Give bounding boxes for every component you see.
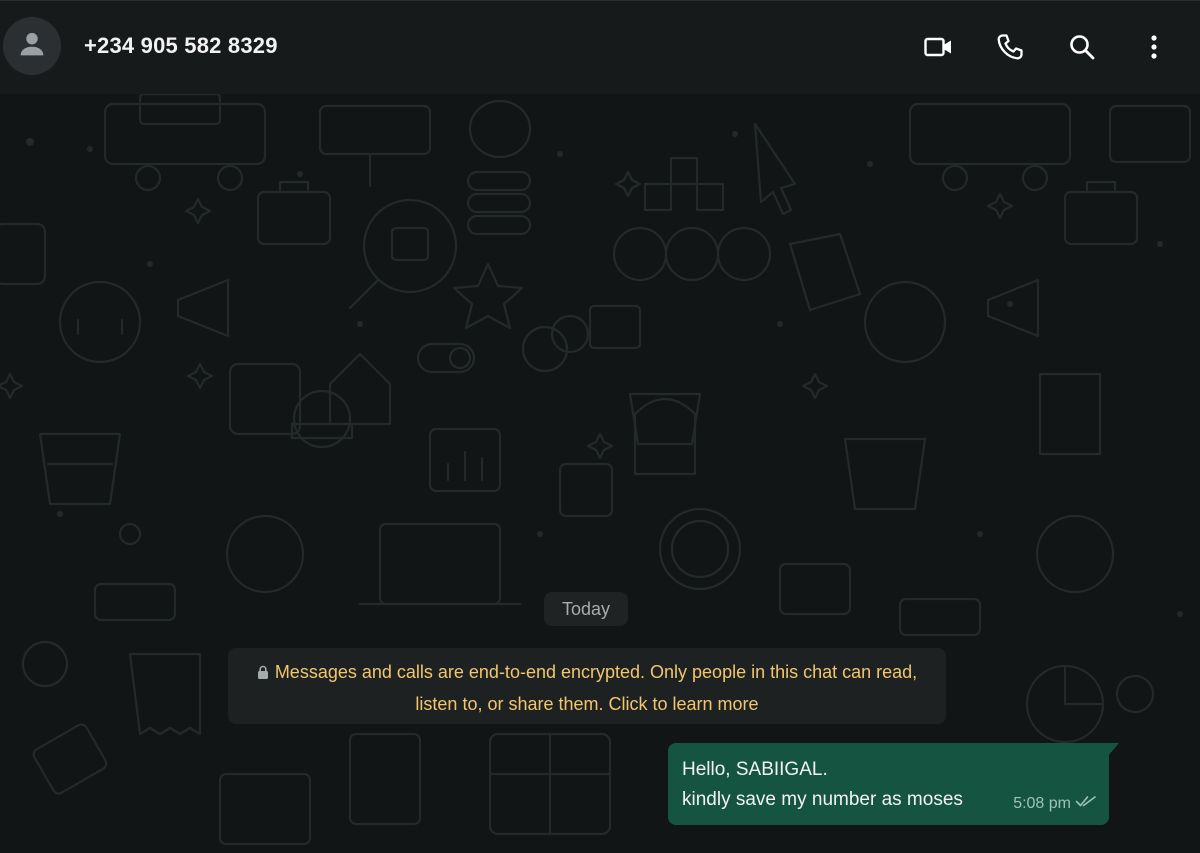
voice-call-button[interactable] [990,29,1030,69]
message-text-line: Hello, SABIIGAL. [682,759,828,780]
message-meta: 5:08 pm [1013,789,1097,819]
bubble-tail [1108,743,1119,756]
video-call-icon [922,31,954,68]
chat-wallpaper-doodles [0,94,1192,846]
phone-icon [994,31,1026,68]
message-time: 5:08 pm [1013,795,1071,812]
person-icon [16,28,48,65]
search-icon [1066,31,1098,68]
encryption-notice-line1: Messages and calls are end-to-end encryp… [274,662,918,682]
outgoing-message-bubble[interactable]: Hello, SABIIGAL. kindly save my number a… [668,743,1109,825]
menu-button[interactable] [1134,29,1174,69]
contact-name[interactable]: +234 905 582 8329 [84,33,278,59]
encryption-notice[interactable]: Messages and calls are end-to-end encryp… [228,648,946,724]
chat-messages-area[interactable] [0,94,1200,853]
video-call-button[interactable] [918,29,958,69]
double-check-icon [1075,789,1097,819]
chat-header: +234 905 582 8329 [0,0,1200,94]
search-button[interactable] [1062,29,1102,69]
whatsapp-chat-window: +234 905 582 8329 Today Messages and cal… [0,0,1200,853]
lock-icon [257,657,269,679]
menu-dots-icon [1138,31,1170,68]
encryption-notice-line2: listen to, or share them. Click to learn… [415,694,759,714]
date-divider: Today [544,592,628,626]
avatar[interactable] [3,17,61,75]
